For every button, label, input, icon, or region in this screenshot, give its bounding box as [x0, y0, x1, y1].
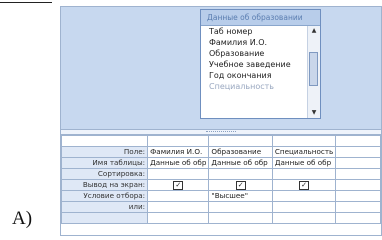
field-list-scrollbar[interactable]: ▲ ▼	[307, 26, 320, 118]
criteria-cell[interactable]: "Высшее"	[208, 190, 273, 202]
show-cell: ✓	[147, 179, 210, 191]
sort-cell[interactable]	[147, 168, 210, 180]
show-cell: ✓	[208, 179, 273, 191]
field-list-item[interactable]: Фамилия И.О.	[201, 37, 308, 48]
show-checkbox[interactable]: ✓	[173, 180, 184, 190]
table-cell[interactable]: Данные об обр	[271, 157, 337, 169]
table-pane: Данные об образовании Таб номер Фамилия …	[61, 7, 381, 129]
criteria-cell[interactable]	[147, 190, 210, 202]
show-cell	[335, 179, 381, 191]
table-cell[interactable]	[335, 157, 381, 169]
row-label-or: или:	[61, 201, 149, 213]
row-label-sort: Сортировка:	[61, 168, 149, 180]
table-cell[interactable]: Данные об обр	[147, 157, 210, 169]
field-cell[interactable]: Специальность	[271, 146, 337, 158]
row-label-criteria: Условие отбора:	[61, 190, 149, 202]
scroll-down-arrow-icon[interactable]: ▼	[308, 108, 320, 118]
row-label-field: Поле:	[61, 146, 149, 158]
or-cell[interactable]	[208, 201, 273, 213]
sort-cell[interactable]	[335, 168, 381, 180]
criteria-cell[interactable]	[335, 190, 381, 202]
field-cell[interactable]: Фамилия И.О.	[147, 146, 210, 158]
scroll-up-arrow-icon[interactable]: ▲	[308, 26, 320, 36]
field-list-item[interactable]: Образование	[201, 48, 308, 59]
or-cell[interactable]	[147, 201, 210, 213]
sort-cell[interactable]	[208, 168, 273, 180]
show-checkbox[interactable]: ✓	[235, 180, 246, 190]
field-list-body: Таб номер Фамилия И.О. Образование Учебн…	[201, 26, 308, 118]
field-list-window[interactable]: Данные об образовании Таб номер Фамилия …	[200, 9, 321, 119]
field-cell[interactable]: Образование	[208, 146, 273, 158]
query-designer: Данные об образовании Таб номер Фамилия …	[60, 6, 382, 236]
table-cell[interactable]: Данные об обр	[208, 157, 273, 169]
sort-cell[interactable]	[271, 168, 337, 180]
field-list-item[interactable]: Год окончания	[201, 70, 308, 81]
criteria-cell[interactable]	[271, 190, 337, 202]
query-grid: Поле: Фамилия И.О. Образование Специальн…	[61, 135, 381, 235]
field-list-item[interactable]: Таб номер	[201, 26, 308, 37]
top-rule	[0, 2, 52, 3]
field-cell[interactable]	[335, 146, 381, 158]
query-grid-table: Поле: Фамилия И.О. Образование Специальн…	[61, 135, 381, 224]
field-list-item[interactable]: Учебное заведение	[201, 59, 308, 70]
show-checkbox[interactable]: ✓	[299, 180, 310, 190]
row-label-show: Вывод на экран:	[61, 179, 149, 191]
row-label-table: Имя таблицы:	[61, 157, 149, 169]
answer-option-label: A)	[12, 208, 33, 229]
scroll-thumb[interactable]	[309, 52, 318, 86]
or-cell[interactable]	[335, 201, 381, 213]
splitter-grip	[206, 131, 236, 134]
field-list-title[interactable]: Данные об образовании	[201, 10, 320, 26]
show-cell: ✓	[271, 179, 337, 191]
or-cell[interactable]	[271, 201, 337, 213]
field-list-item[interactable]: Специальность	[201, 81, 308, 92]
